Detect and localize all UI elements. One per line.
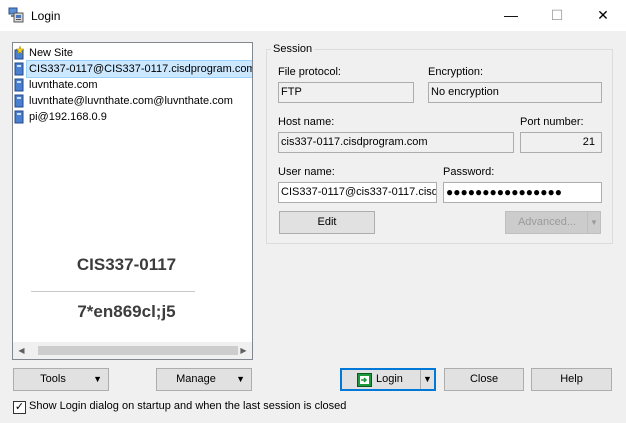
chevron-down-icon: ▼ xyxy=(236,374,245,384)
horizontal-scrollbar[interactable]: ◀ ▶ xyxy=(13,342,252,359)
site-label: CIS337-0117@CIS337-0117.cisdprogram.com xyxy=(26,60,252,78)
help-button[interactable]: Help xyxy=(531,368,612,391)
host-name-field[interactable]: cis337-0117.cisdprogram.com xyxy=(278,132,514,153)
login-button[interactable]: Login ▼ xyxy=(340,368,436,391)
site-tree[interactable]: New Site CIS337-0117@CIS337-0117.cisdpro… xyxy=(12,42,253,360)
login-label: Login xyxy=(376,373,403,385)
login-icon xyxy=(357,373,372,387)
scroll-right-icon[interactable]: ▶ xyxy=(235,342,252,359)
advanced-button[interactable]: Advanced... ▼ xyxy=(505,211,601,234)
show-login-checkbox[interactable]: ✓ xyxy=(13,401,26,414)
port-number-field[interactable]: 21 xyxy=(520,132,602,153)
advanced-label: Advanced... xyxy=(517,216,577,228)
computer-network-icon xyxy=(8,7,24,23)
new-site-icon xyxy=(14,46,25,60)
close-window-button[interactable]: ✕ xyxy=(580,0,626,31)
password-label: Password: xyxy=(443,166,495,178)
user-name-label: User name: xyxy=(278,166,335,178)
title-bar: Login — ☐ ✕ xyxy=(0,0,626,31)
edit-button[interactable]: Edit xyxy=(279,211,375,234)
computer-icon xyxy=(14,78,24,92)
port-number-label: Port number: xyxy=(520,116,584,128)
computer-icon xyxy=(14,110,24,124)
banner-divider xyxy=(31,291,195,292)
close-button[interactable]: Close xyxy=(444,368,524,391)
site-label: New Site xyxy=(29,47,74,59)
scroll-thumb[interactable] xyxy=(38,346,238,355)
window-title: Login xyxy=(31,9,61,23)
session-banner-note: 7*en869cl;j5 xyxy=(77,302,176,321)
tools-label: Tools xyxy=(40,373,66,385)
chevron-down-icon[interactable]: ▼ xyxy=(420,370,434,389)
maximize-button[interactable]: ☐ xyxy=(534,0,580,31)
encryption-select[interactable]: No encryption xyxy=(428,82,602,103)
session-legend: Session xyxy=(271,43,315,55)
session-banner-title: CIS337-0117 xyxy=(76,255,177,274)
computer-icon xyxy=(14,94,24,108)
site-label: luvnthate@luvnthate.com@luvnthate.com xyxy=(29,95,233,107)
site-label: pi@192.168.0.9 xyxy=(29,111,107,123)
file-protocol-select[interactable]: FTP xyxy=(278,82,414,103)
minimize-button[interactable]: — xyxy=(488,0,534,31)
site-label: luvnthate.com xyxy=(29,79,98,91)
scroll-left-icon[interactable]: ◀ xyxy=(13,342,30,359)
chevron-down-icon[interactable]: ▼ xyxy=(587,212,600,233)
manage-label: Manage xyxy=(176,373,216,385)
chevron-down-icon: ▼ xyxy=(93,374,102,384)
encryption-label: Encryption: xyxy=(428,66,484,78)
password-field[interactable]: ●●●●●●●●●●●●●●●● xyxy=(443,182,602,203)
tools-button[interactable]: Tools ▼ xyxy=(13,368,109,391)
user-name-field[interactable]: CIS337-0117@cis337-0117.cisd xyxy=(278,182,437,203)
manage-button[interactable]: Manage ▼ xyxy=(156,368,252,391)
show-login-checkbox-label[interactable]: Show Login dialog on startup and when th… xyxy=(29,400,346,412)
computer-icon xyxy=(14,62,24,76)
file-protocol-label: File protocol: xyxy=(278,66,341,78)
host-name-label: Host name: xyxy=(278,116,335,128)
